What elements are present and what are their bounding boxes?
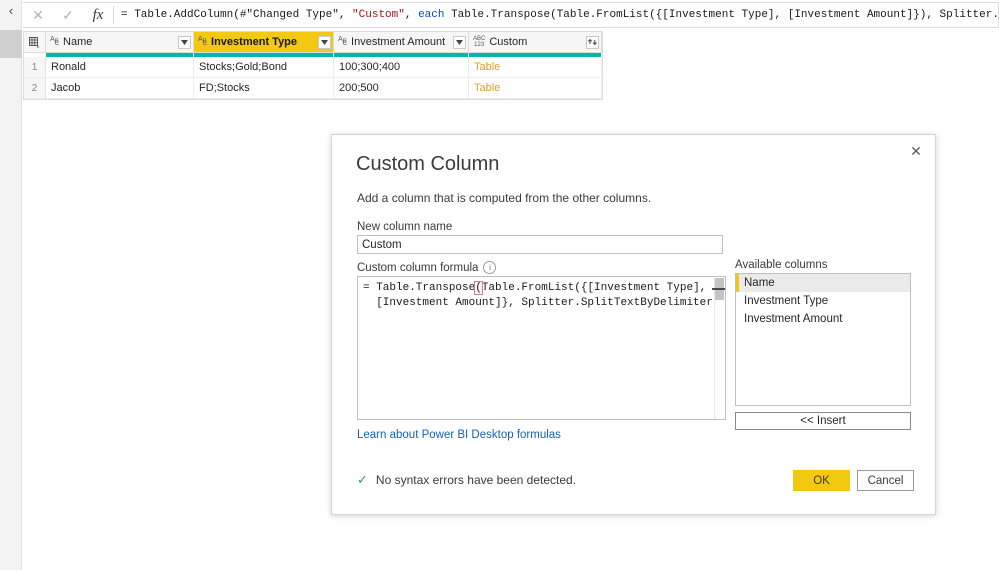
custom-column-formula-text[interactable]: = Table.Transpose(Table.FromList({[Inves… xyxy=(358,277,725,315)
insert-button[interactable]: << Insert xyxy=(735,412,911,430)
chevron-down-icon[interactable] xyxy=(453,35,466,49)
formula-segment: [Investment Amount]}, Splitter.SplitText… xyxy=(363,297,726,309)
available-columns-list[interactable]: Name Investment Type Investment Amount xyxy=(735,273,911,406)
formula-token: = Table.AddColumn(#"Changed Type", xyxy=(121,9,353,21)
cancel-button[interactable]: Cancel xyxy=(857,470,914,491)
formula-segment: Table.FromList({[Investment Type], xyxy=(481,282,707,294)
column-header-investment-type[interactable]: ABC Investment Type xyxy=(194,32,334,52)
formula-bar-input[interactable]: = Table.AddColumn(#"Changed Type", "Cust… xyxy=(114,3,998,27)
column-header-label: Custom xyxy=(489,36,528,48)
formula-label-text: Custom column formula xyxy=(357,261,479,274)
custom-column-formula-box[interactable]: = Table.Transpose(Table.FromList({[Inves… xyxy=(357,276,726,420)
expand-columns-icon[interactable] xyxy=(586,35,599,49)
table-options-icon[interactable] xyxy=(24,32,46,52)
type-text-icon: ABC xyxy=(198,36,208,47)
nested-table-link[interactable]: Table xyxy=(469,57,602,77)
nested-table-link[interactable]: Table xyxy=(469,78,602,98)
dialog-subtitle: Add a column that is computed from the o… xyxy=(357,191,652,205)
grid-body: 1 Ronald Stocks;Gold;Bond 100;300;400 Table 2… xyxy=(24,57,602,99)
column-header-custom[interactable]: ABC 123 Custom xyxy=(469,32,602,52)
column-header-name[interactable]: ABC Name xyxy=(46,32,194,52)
row-number: 2 xyxy=(24,78,46,98)
available-column-item[interactable]: Investment Amount xyxy=(736,310,910,328)
formula-scrollbar-thumb[interactable] xyxy=(712,278,725,300)
chevron-down-icon[interactable] xyxy=(178,35,191,49)
column-header-label: Investment Amount xyxy=(351,36,446,48)
column-header-label: Name xyxy=(63,36,93,48)
grid-header-row: ABC Name ABC Investment Type ABC Investment A… xyxy=(24,32,602,53)
column-header-investment-amount[interactable]: ABC Investment Amount xyxy=(334,32,469,52)
table-cell[interactable]: 200;500 xyxy=(334,78,469,98)
type-text-icon: ABC xyxy=(50,36,60,47)
formula-token: Table.Transpose(Table.FromList({[Investm… xyxy=(451,9,998,21)
new-column-name-label: New column name xyxy=(357,221,453,233)
available-column-item[interactable]: Name xyxy=(736,274,910,292)
table-row[interactable]: 2 Jacob FD;Stocks 200;500 Table xyxy=(24,78,602,99)
table-cell[interactable]: 100;300;400 xyxy=(334,57,469,77)
queries-pane-collapsed-block[interactable] xyxy=(0,30,22,58)
learn-formulas-link[interactable]: Learn about Power BI Desktop formulas xyxy=(357,429,561,441)
custom-column-formula-label: Custom column formula i xyxy=(357,261,497,274)
cancel-formula-icon[interactable]: ✕ xyxy=(23,3,53,27)
syntax-status: ✓ No syntax errors have been detected. xyxy=(357,472,576,488)
table-cell[interactable]: Jacob xyxy=(46,78,194,98)
fx-icon[interactable]: fx xyxy=(83,3,113,27)
close-icon[interactable]: ✕ xyxy=(905,141,927,161)
type-any-icon: ABC 123 xyxy=(473,36,486,48)
info-icon[interactable]: i xyxy=(483,261,497,274)
formula-segment: = Table.Transpose xyxy=(363,282,476,294)
formula-token: , xyxy=(404,9,419,21)
chevron-down-icon[interactable] xyxy=(318,35,331,49)
left-rail: ‹ xyxy=(0,0,22,570)
row-number: 1 xyxy=(24,57,46,77)
ok-button[interactable]: OK xyxy=(793,470,850,491)
collapse-panel-chevron-icon[interactable]: ‹ xyxy=(4,2,18,20)
table-cell[interactable]: Ronald xyxy=(46,57,194,77)
accept-formula-icon[interactable]: ✓ xyxy=(53,3,83,27)
matched-paren-open: ( xyxy=(474,281,483,295)
available-columns-label: Available columns xyxy=(735,259,828,271)
syntax-status-text: No syntax errors have been detected. xyxy=(375,473,577,487)
table-cell[interactable]: FD;Stocks xyxy=(194,78,334,98)
check-icon: ✓ xyxy=(357,472,368,487)
column-header-label: Investment Type xyxy=(211,36,298,48)
formula-token: each xyxy=(418,9,445,21)
new-column-name-input[interactable] xyxy=(357,235,723,254)
custom-column-dialog: ✕ Custom Column Add a column that is com… xyxy=(331,134,936,515)
table-row[interactable]: 1 Ronald Stocks;Gold;Bond 100;300;400 Table xyxy=(24,57,602,78)
data-preview-grid: ABC Name ABC Investment Type ABC Investment A… xyxy=(23,31,603,100)
formula-bar: ✕ ✓ fx = Table.AddColumn(#"Changed Type"… xyxy=(23,2,999,28)
available-column-item[interactable]: Investment Type xyxy=(736,292,910,310)
formula-scrollbar-track[interactable] xyxy=(712,277,725,419)
table-cell[interactable]: Stocks;Gold;Bond xyxy=(194,57,334,77)
dialog-title: Custom Column xyxy=(356,153,500,175)
formula-token: "Custom" xyxy=(352,9,405,21)
type-text-icon: ABC xyxy=(338,36,348,47)
